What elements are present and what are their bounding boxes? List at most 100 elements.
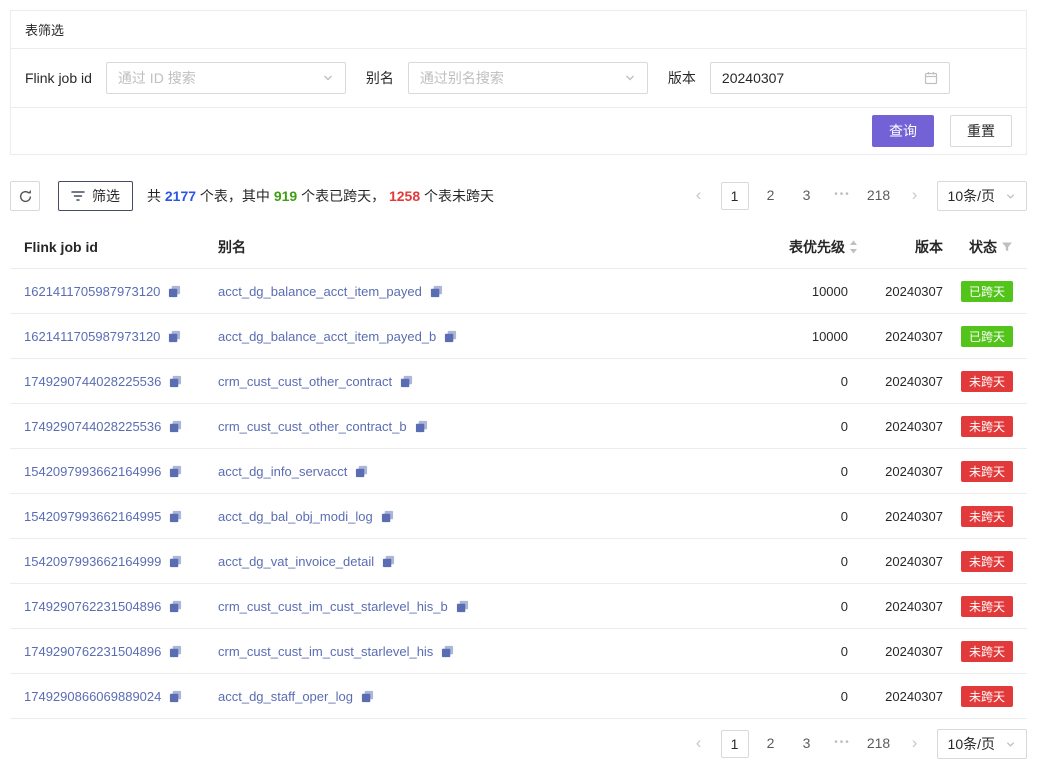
job-id-link[interactable]: 1542097993662164999 bbox=[24, 554, 161, 569]
table-row: 1542097993662164995 acct_dg_bal_obj_modi… bbox=[10, 494, 1027, 539]
page-button-2[interactable]: 2 bbox=[757, 182, 785, 210]
job-id-link[interactable]: 1749290744028225536 bbox=[24, 419, 161, 434]
version-value: 20240307 bbox=[858, 509, 943, 524]
priority-value: 0 bbox=[738, 419, 858, 434]
copy-icon[interactable] bbox=[169, 465, 182, 478]
copy-icon[interactable] bbox=[444, 330, 457, 343]
copy-icon[interactable] bbox=[381, 510, 394, 523]
table-row: 1542097993662164996 acct_dg_info_servacc… bbox=[10, 449, 1027, 494]
job-id-link[interactable]: 1621411705987973120 bbox=[24, 284, 160, 299]
table-header: Flink job id 别名 表优先级 版本 状态 bbox=[10, 225, 1027, 269]
job-id-link[interactable]: 1542097993662164995 bbox=[24, 509, 161, 524]
table-row: 1749290762231504896 crm_cust_cust_im_cus… bbox=[10, 629, 1027, 674]
results-table: Flink job id 别名 表优先级 版本 状态 1621411705987… bbox=[10, 225, 1027, 719]
version-field: 版本 20240307 bbox=[668, 62, 950, 94]
job-id-link[interactable]: 1621411705987973120 bbox=[24, 329, 160, 344]
copy-icon[interactable] bbox=[382, 555, 395, 568]
page-size-label: 10条/页 bbox=[948, 734, 995, 754]
alias-link[interactable]: acct_dg_info_servacct bbox=[218, 464, 347, 479]
page-button-last[interactable]: 218 bbox=[865, 730, 893, 758]
sort-icon[interactable] bbox=[849, 239, 858, 255]
page-button-last[interactable]: 218 bbox=[865, 182, 893, 210]
copy-icon[interactable] bbox=[441, 645, 454, 658]
alias-select[interactable]: 通过别名搜索 bbox=[408, 62, 648, 94]
bottom-bar: ‹ 1 2 3 ••• 218 › 10条/页 bbox=[10, 729, 1027, 759]
copy-icon[interactable] bbox=[430, 285, 443, 298]
copy-icon[interactable] bbox=[456, 600, 469, 613]
copy-icon[interactable] bbox=[169, 600, 182, 613]
toolbar: 筛选 共 2177 个表，其中 919 个表已跨天， 1258 个表未跨天 ‹ … bbox=[10, 181, 1027, 211]
job-id-link[interactable]: 1542097993662164996 bbox=[24, 464, 161, 479]
page-button-1[interactable]: 1 bbox=[721, 730, 749, 758]
next-page-button[interactable]: › bbox=[901, 730, 929, 758]
copy-icon[interactable] bbox=[355, 465, 368, 478]
version-input[interactable]: 20240307 bbox=[710, 62, 950, 94]
page-button-3[interactable]: 3 bbox=[793, 182, 821, 210]
table-row: 1621411705987973120 acct_dg_balance_acct… bbox=[10, 314, 1027, 359]
summary-text: 共 2177 个表，其中 919 个表已跨天， 1258 个表未跨天 bbox=[147, 186, 494, 206]
filter-toggle-button[interactable]: 筛选 bbox=[58, 181, 133, 211]
alias-link[interactable]: acct_dg_bal_obj_modi_log bbox=[218, 509, 373, 524]
pagination-bottom: ‹ 1 2 3 ••• 218 › 10条/页 bbox=[677, 729, 1027, 759]
copy-icon[interactable] bbox=[168, 330, 181, 343]
filter-lines-icon bbox=[71, 190, 85, 202]
filter-toggle-label: 筛选 bbox=[92, 186, 120, 206]
alias-link[interactable]: crm_cust_cust_other_contract_b bbox=[218, 419, 407, 434]
table-row: 1542097993662164999 acct_dg_vat_invoice_… bbox=[10, 539, 1027, 584]
page-button-1[interactable]: 1 bbox=[721, 182, 749, 210]
page-button-2[interactable]: 2 bbox=[757, 730, 785, 758]
status-badge: 未跨天 bbox=[961, 686, 1013, 707]
job-id-link[interactable]: 1749290866069889024 bbox=[24, 689, 161, 704]
chevron-down-icon bbox=[1005, 191, 1016, 202]
alias-link[interactable]: crm_cust_cust_im_cust_starlevel_his_b bbox=[218, 599, 448, 614]
version-value: 20240307 bbox=[722, 70, 784, 86]
reset-button[interactable]: 重置 bbox=[950, 115, 1012, 147]
status-badge: 未跨天 bbox=[961, 371, 1013, 392]
alias-link[interactable]: acct_dg_vat_invoice_detail bbox=[218, 554, 374, 569]
copy-icon[interactable] bbox=[169, 420, 182, 433]
prev-page-button[interactable]: ‹ bbox=[685, 730, 713, 758]
header-status-label: 状态 bbox=[969, 237, 997, 257]
copy-icon[interactable] bbox=[415, 420, 428, 433]
page-size-select[interactable]: 10条/页 bbox=[937, 729, 1027, 759]
job-id-link[interactable]: 1749290762231504896 bbox=[24, 599, 161, 614]
search-button[interactable]: 查询 bbox=[872, 115, 934, 147]
copy-icon[interactable] bbox=[169, 555, 182, 568]
copy-icon[interactable] bbox=[169, 510, 182, 523]
copy-icon[interactable] bbox=[169, 645, 182, 658]
job-id-select[interactable]: 通过 ID 搜索 bbox=[106, 62, 346, 94]
table-row: 1749290762231504896 crm_cust_cust_im_cus… bbox=[10, 584, 1027, 629]
alias-placeholder: 通过别名搜索 bbox=[420, 68, 504, 88]
pagination-top: ‹ 1 2 3 ••• 218 › 10条/页 bbox=[677, 181, 1027, 211]
next-page-button[interactable]: › bbox=[901, 182, 929, 210]
version-value: 20240307 bbox=[858, 419, 943, 434]
alias-field: 别名 通过别名搜索 bbox=[366, 62, 648, 94]
filter-icon[interactable] bbox=[1001, 241, 1013, 253]
copy-icon[interactable] bbox=[361, 690, 374, 703]
copy-icon[interactable] bbox=[169, 375, 182, 388]
copy-icon[interactable] bbox=[169, 690, 182, 703]
status-badge: 未跨天 bbox=[961, 416, 1013, 437]
chevron-down-icon bbox=[624, 72, 636, 84]
alias-link[interactable]: acct_dg_balance_acct_item_payed bbox=[218, 284, 422, 299]
alias-link[interactable]: crm_cust_cust_im_cust_starlevel_his bbox=[218, 644, 433, 659]
page-size-label: 10条/页 bbox=[948, 186, 995, 206]
calendar-icon bbox=[924, 71, 938, 85]
refresh-button[interactable] bbox=[10, 181, 40, 211]
copy-icon[interactable] bbox=[168, 285, 181, 298]
prev-page-button[interactable]: ‹ bbox=[685, 182, 713, 210]
page-ellipsis[interactable]: ••• bbox=[829, 730, 857, 758]
copy-icon[interactable] bbox=[400, 375, 413, 388]
job-id-link[interactable]: 1749290762231504896 bbox=[24, 644, 161, 659]
job-id-field: Flink job id 通过 ID 搜索 bbox=[25, 62, 346, 94]
page-button-3[interactable]: 3 bbox=[793, 730, 821, 758]
alias-link[interactable]: crm_cust_cust_other_contract bbox=[218, 374, 392, 389]
alias-link[interactable]: acct_dg_staff_oper_log bbox=[218, 689, 353, 704]
page-size-select[interactable]: 10条/页 bbox=[937, 181, 1027, 211]
summary-crossed-count: 919 bbox=[274, 188, 297, 204]
status-badge: 未跨天 bbox=[961, 461, 1013, 482]
alias-link[interactable]: acct_dg_balance_acct_item_payed_b bbox=[218, 329, 436, 344]
version-value: 20240307 bbox=[858, 689, 943, 704]
page-ellipsis[interactable]: ••• bbox=[829, 182, 857, 210]
job-id-link[interactable]: 1749290744028225536 bbox=[24, 374, 161, 389]
